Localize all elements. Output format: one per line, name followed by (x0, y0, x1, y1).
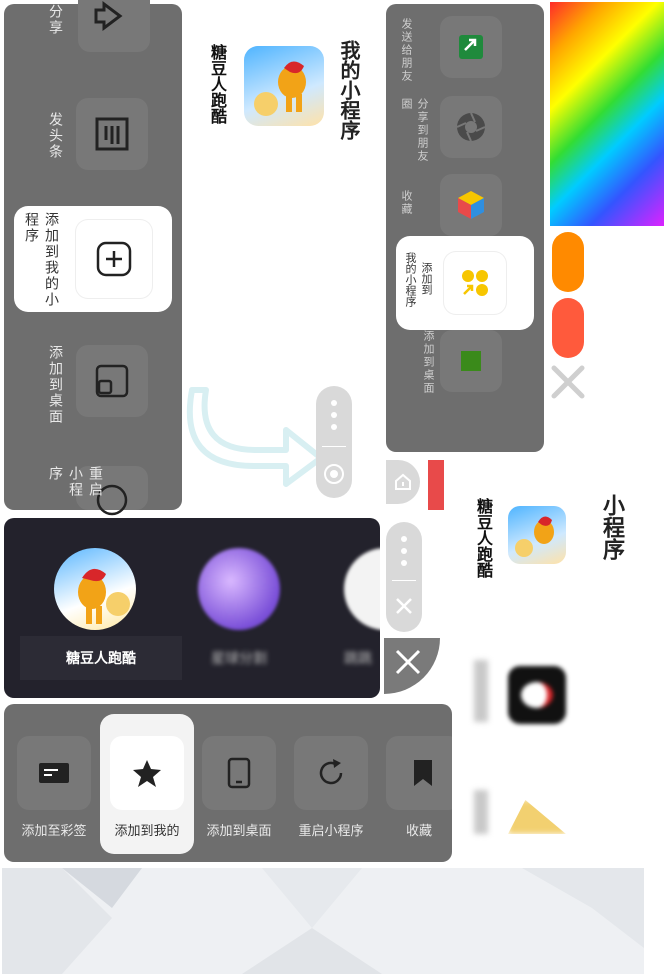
close-target-icon[interactable] (323, 463, 345, 485)
star-icon (133, 760, 161, 787)
bottom-item-color-label[interactable]: 添加至彩签 (16, 736, 92, 839)
post-headline-tile[interactable] (76, 98, 148, 170)
bottom-item-restart[interactable]: 重启小程序 (293, 736, 369, 839)
bookmark-icon (414, 760, 432, 786)
red-indicator-bar (428, 460, 444, 510)
miniprogram-list-header: 小程序 (600, 494, 625, 560)
bottom-label-add-mine: 添加到我的 (114, 823, 180, 838)
add-square-tile (76, 220, 152, 298)
recent-apps-strip: 糖豆人跑酷 星球分割 跳跳 (4, 518, 380, 698)
star-tile (110, 736, 184, 810)
recent-app-avatar-3[interactable] (344, 548, 380, 630)
bottom-label-restart: 重启小程序 (298, 823, 364, 838)
label-tile (17, 736, 91, 810)
moments-tile[interactable] (440, 96, 502, 158)
add-square-icon (96, 241, 132, 277)
bottom-label-favorite: 收藏 (405, 823, 432, 838)
bottom-pattern-background (2, 868, 644, 974)
send-to-friend-icon (459, 35, 483, 59)
orange-capsule (552, 232, 584, 292)
phone-tile (202, 736, 276, 810)
dark-close-quarter[interactable] (384, 638, 440, 694)
close-x-icon[interactable] (550, 364, 586, 400)
bottom-item-favorite[interactable]: 收藏 (386, 736, 452, 839)
red-orange-capsule (552, 298, 584, 358)
more-dots-icon-2[interactable] (401, 536, 407, 566)
add-desktop-tile[interactable] (76, 345, 148, 417)
desktop-icon (95, 364, 129, 398)
right-item-send-label: 发送给朋友 (400, 18, 412, 83)
miniprogram-capsule-vertical[interactable] (316, 386, 352, 498)
bookmark-tile (386, 736, 452, 810)
list-runner-icon (515, 516, 554, 557)
close-icon-large (395, 649, 421, 675)
share-arrow-icon (94, 1, 123, 31)
headline-icon (95, 117, 129, 151)
refresh-icon (319, 759, 343, 785)
label-card-icon (39, 763, 69, 783)
right-item-moments-label: 分享到朋友圈 (400, 98, 428, 163)
favorite-tile[interactable] (440, 174, 502, 236)
blurred-logo-icon (521, 682, 553, 708)
my-miniprogram-header: 我的小程序 (337, 40, 359, 140)
bottom-label-add-desktop: 添加到桌面 (206, 823, 272, 838)
add-mine-tile (444, 252, 506, 314)
left-item-add-mine-label: 添加到我的小程序 (24, 212, 60, 308)
diamond-pattern-icon (2, 868, 644, 974)
blurred-label-1 (474, 660, 488, 722)
restart-bottom-tile (294, 736, 368, 810)
add-desktop-right-tile[interactable] (440, 330, 502, 392)
share-tile[interactable] (78, 0, 150, 52)
bottom-item-add-desktop[interactable]: 添加到桌面 (201, 736, 277, 839)
right-highlight-line2: 我的小程序 (404, 252, 416, 307)
recent-app-label-2: 星球分割 (211, 650, 267, 666)
game-app-icon[interactable] (244, 46, 324, 126)
favorite-cube-icon (458, 191, 484, 219)
right-item-favorite-label: 收藏 (400, 190, 412, 216)
left-item-share-label: 分享 (48, 4, 64, 36)
more-dots-icon[interactable] (331, 400, 337, 430)
my-miniprogram-app-name: 糖豆人跑酷 (208, 44, 225, 124)
list-game-app-icon[interactable] (508, 506, 566, 564)
right-highlight-line1: 添加到 (420, 262, 432, 295)
right-item-desktop-label: 添加到桌面 (422, 330, 434, 395)
moments-shutter-icon (456, 112, 486, 142)
rainbow-gradient-swatch (550, 2, 664, 226)
recent-runner-icon (78, 568, 130, 624)
close-icon-small[interactable] (393, 595, 415, 617)
four-dots-icon (462, 270, 488, 296)
recent-app-label-1: 糖豆人跑酷 (66, 650, 136, 666)
home-icon (395, 473, 411, 490)
left-item-headline-label: 发头条 (48, 112, 64, 160)
list-app-name: 糖豆人跑酷 (474, 498, 491, 578)
bottom-label-color: 添加至彩签 (21, 823, 87, 838)
recent-app-label-3: 跳跳 (344, 650, 372, 666)
blurred-label-2 (474, 790, 488, 834)
desktop-green-icon (461, 351, 481, 371)
phone-icon (227, 757, 251, 789)
left-item-restart-label: 重启小程序 (48, 466, 104, 498)
bottom-item-add-mine[interactable]: 添加到我的 (109, 736, 185, 839)
home-half-capsule[interactable] (386, 460, 420, 504)
send-friend-tile[interactable] (440, 16, 502, 78)
left-item-desktop-label: 添加到桌面 (48, 345, 64, 425)
miniprogram-capsule-small[interactable] (386, 522, 422, 632)
recent-app-avatar-1[interactable] (54, 548, 136, 630)
recent-app-avatar-2[interactable] (198, 548, 280, 630)
blurred-app-icon[interactable] (508, 666, 566, 724)
curved-arrow-icon (186, 387, 324, 487)
runner-character-icon (254, 61, 306, 116)
